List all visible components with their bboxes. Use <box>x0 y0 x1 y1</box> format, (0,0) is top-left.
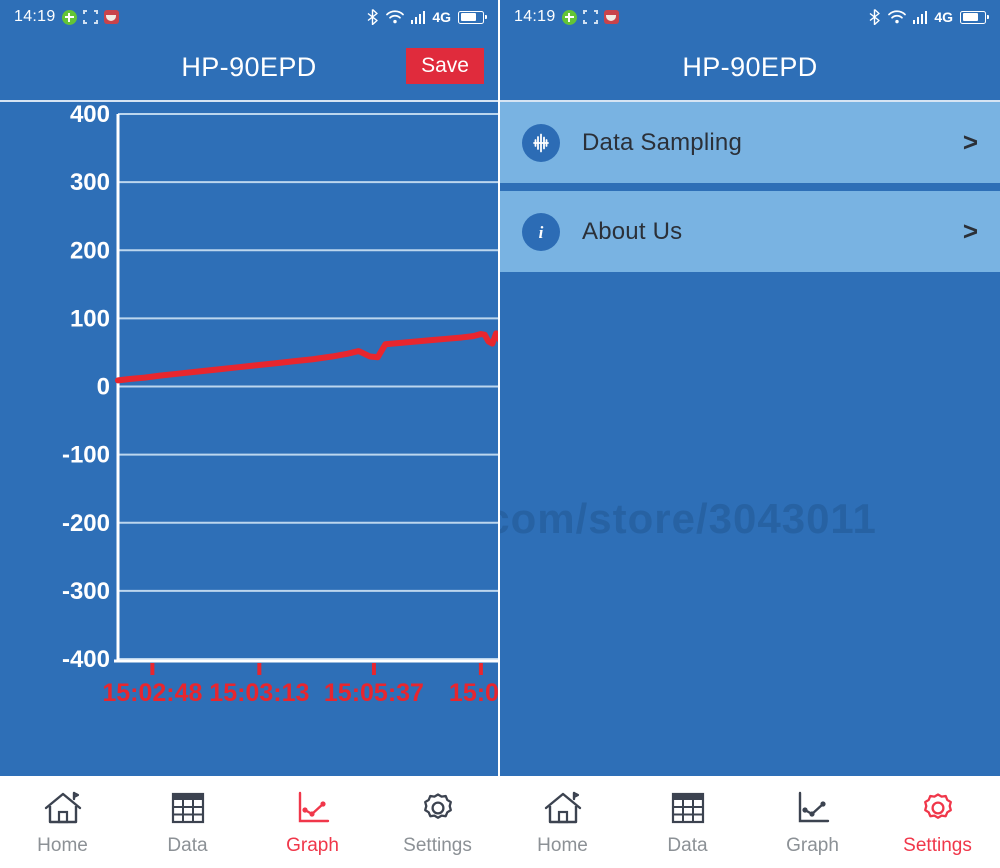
green-plus-icon <box>61 9 77 25</box>
waveform-icon <box>522 123 560 162</box>
red-mask-icon <box>603 10 619 24</box>
title-bar-right: HP-90EPD <box>500 34 1000 102</box>
red-mask-icon <box>103 10 119 24</box>
y-tick-label: 400 <box>70 102 110 128</box>
x-tick-label: 15:03:13 <box>209 679 309 707</box>
graph-icon <box>792 788 834 828</box>
settings-screen: https://www.aliexpress.com/store/3043011… <box>500 0 1000 868</box>
gear-icon <box>917 788 959 828</box>
tab-data[interactable]: Data <box>625 788 750 857</box>
y-tick-label: -300 <box>62 578 110 605</box>
data-line <box>115 330 498 384</box>
graph-icon <box>292 788 334 828</box>
y-tick-label: -100 <box>62 442 110 469</box>
page-title: HP-90EPD <box>181 51 317 82</box>
x-tick-label: 15:05:37 <box>324 679 424 707</box>
info-icon: i <box>522 212 560 251</box>
battery-icon <box>960 10 989 24</box>
signal-bars-icon <box>410 10 426 24</box>
status-bar-left-right-panel: 14:19 <box>514 8 619 26</box>
table-icon <box>667 788 709 828</box>
tab-graph[interactable]: Graph <box>250 788 375 857</box>
status-bar-right-panel: 14:19 4G <box>500 0 1000 34</box>
chevron-right-icon: > <box>962 216 978 246</box>
app-root: https://www.aliexpress.com/store/3043011… <box>0 0 1000 868</box>
x-tick-label: 15:02:48 <box>102 679 202 707</box>
save-button[interactable]: Save <box>406 48 484 84</box>
y-tick-label: 300 <box>70 169 110 196</box>
tab-label: Graph <box>286 834 339 856</box>
status-time: 14:19 <box>14 8 56 25</box>
menu-separator <box>500 183 1000 191</box>
watermark-text-bottom-right: https://www.aliexpress.com/store/3043011 <box>500 495 877 542</box>
status-time: 14:19 <box>514 8 556 25</box>
x-tick-label: 15:07 <box>449 679 500 707</box>
menu-bottom-edge <box>500 272 1000 280</box>
status-bar-right-icons: 4G <box>868 9 989 25</box>
tab-label: Home <box>537 834 588 856</box>
network-type-label: 4G <box>934 9 953 25</box>
frame-icon <box>82 10 98 24</box>
status-bar-left: 14:19 <box>14 8 119 26</box>
signal-bars-icon <box>912 10 928 24</box>
home-icon <box>542 788 584 828</box>
menu-item-about-us[interactable]: i About Us > <box>500 191 1000 272</box>
green-plus-icon <box>561 9 577 25</box>
table-icon <box>167 788 209 828</box>
wifi-icon <box>887 10 906 24</box>
tab-label: Graph <box>786 834 839 856</box>
y-tick-label: 0 <box>97 374 110 401</box>
tab-label: Settings <box>903 834 972 856</box>
graph-screen: https://www.aliexpress.com/store/3043011… <box>0 0 500 868</box>
y-tick-label: 100 <box>70 305 110 332</box>
tab-home[interactable]: Home <box>0 788 125 857</box>
tab-data[interactable]: Data <box>125 788 250 857</box>
tab-home[interactable]: Home <box>500 788 625 857</box>
tab-bar-right: Home Data Graph Settings <box>500 772 1000 868</box>
menu-item-data-sampling[interactable]: Data Sampling > <box>500 102 1000 183</box>
tab-label: Data <box>667 834 708 856</box>
line-chart: 4003002001000-100-200-300-40015:02:48 15:… <box>62 102 500 707</box>
tab-settings[interactable]: Settings <box>875 788 1000 857</box>
chevron-right-icon: > <box>962 127 978 157</box>
tab-label: Settings <box>403 834 472 856</box>
svg-text:i: i <box>539 223 544 242</box>
tab-label: Data <box>167 834 208 856</box>
wifi-icon <box>385 10 404 24</box>
y-tick-label: 200 <box>70 237 110 264</box>
gear-icon <box>417 788 459 828</box>
y-tick-label: -200 <box>62 510 110 537</box>
bluetooth-icon <box>367 9 378 25</box>
tab-bar-left: Home Data Graph Settings <box>0 772 498 868</box>
network-type-label: 4G <box>432 9 451 25</box>
tab-settings[interactable]: Settings <box>375 788 498 857</box>
frame-icon <box>582 10 598 24</box>
tab-label: Home <box>37 834 88 856</box>
y-tick-label: -400 <box>62 646 110 673</box>
bluetooth-icon <box>869 9 880 25</box>
menu-item-label: Data Sampling <box>582 128 743 156</box>
settings-menu: Data Sampling > i About Us > <box>500 102 1000 280</box>
status-bar-right: 4G <box>366 9 487 25</box>
menu-item-label: About Us <box>582 217 683 245</box>
page-title-right: HP-90EPD <box>682 51 818 82</box>
home-icon <box>42 788 84 828</box>
status-bar: 14:19 4G <box>0 0 498 34</box>
chart-container: 400 300 200 100 0 -100 -200 -300 -400 15:02:48 15:… <box>0 102 498 802</box>
battery-icon <box>458 10 487 24</box>
tab-graph[interactable]: Graph <box>750 788 875 857</box>
title-bar: HP-90EPD Save <box>0 34 498 102</box>
